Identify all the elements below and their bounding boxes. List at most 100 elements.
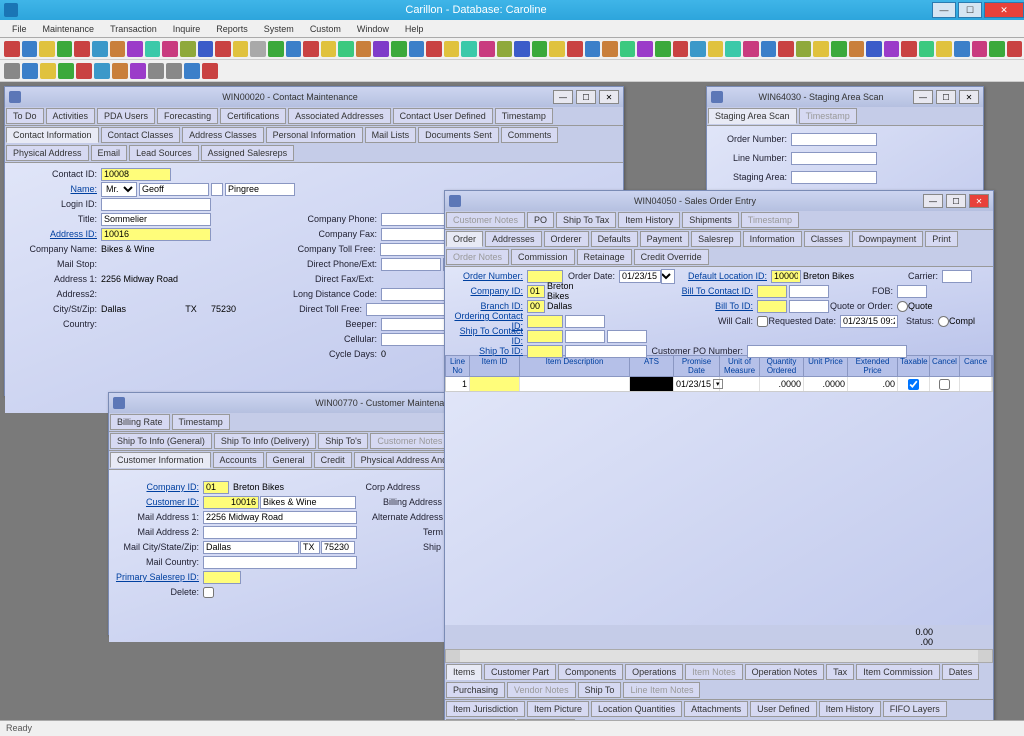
toolbar-button-44[interactable]: [778, 41, 794, 57]
menu-inquire[interactable]: Inquire: [165, 22, 209, 36]
tab-personal-information[interactable]: Personal Information: [266, 127, 363, 143]
toolbar-button-45[interactable]: [796, 41, 812, 57]
window-title-bar[interactable]: WIN00020 - Contact Maintenance — ☐ ✕: [5, 87, 623, 107]
toolbar-button-9[interactable]: [166, 63, 182, 79]
close-button[interactable]: ✕: [959, 90, 979, 104]
toolbar-button-23[interactable]: [409, 41, 425, 57]
taxable-checkbox[interactable]: [908, 379, 919, 390]
toolbar-button-7[interactable]: [127, 41, 143, 57]
tab-lead-sources[interactable]: Lead Sources: [129, 145, 199, 161]
toolbar-button-20[interactable]: [356, 41, 372, 57]
cell-promise-date[interactable]: 01/23/15▾: [674, 377, 720, 391]
tab-tax[interactable]: Tax: [826, 664, 854, 680]
tab-information[interactable]: Information: [743, 231, 802, 247]
ship-to-contact-label[interactable]: Ship To Contact ID:: [447, 326, 527, 346]
maximize-button[interactable]: ☐: [958, 2, 982, 18]
mail2-field[interactable]: [203, 526, 357, 539]
toolbar-button-39[interactable]: [690, 41, 706, 57]
tab-po[interactable]: PO: [527, 212, 554, 228]
menu-window[interactable]: Window: [349, 22, 397, 36]
company-id-label[interactable]: Company ID:: [113, 482, 203, 492]
carrier-field[interactable]: [942, 270, 972, 283]
col-uom[interactable]: Unit of Measure: [720, 356, 760, 376]
will-call-checkbox[interactable]: [757, 316, 768, 327]
toolbar-button-48[interactable]: [849, 41, 865, 57]
bill-to-name-field[interactable]: [789, 300, 829, 313]
tab-ship-to-info-general-[interactable]: Ship To Info (General): [110, 433, 212, 449]
tab-components[interactable]: Components: [558, 664, 623, 680]
tab-order[interactable]: Order: [446, 231, 483, 247]
branch-id-field[interactable]: [527, 300, 545, 313]
name-prefix-select[interactable]: Mr.: [101, 182, 137, 197]
toolbar-button-55[interactable]: [972, 41, 988, 57]
tab-mail-lists[interactable]: Mail Lists: [365, 127, 417, 143]
tab-orderer[interactable]: Orderer: [544, 231, 589, 247]
company-id-label[interactable]: Company ID:: [447, 286, 527, 296]
tab-customer-information[interactable]: Customer Information: [110, 452, 211, 468]
tab-to-do[interactable]: To Do: [6, 108, 44, 124]
tab-certifications[interactable]: Certifications: [220, 108, 286, 124]
toolbar-button-10[interactable]: [180, 41, 196, 57]
toolbar-button-9[interactable]: [162, 41, 178, 57]
cancel-checkbox[interactable]: [939, 379, 950, 390]
default-location-field[interactable]: [771, 270, 801, 283]
minimize-button[interactable]: —: [913, 90, 933, 104]
tab-address-classes[interactable]: Address Classes: [182, 127, 264, 143]
order-date-picker[interactable]: [661, 269, 675, 284]
toolbar-button-11[interactable]: [202, 63, 218, 79]
maximize-button[interactable]: ☐: [946, 194, 966, 208]
customer-name-field[interactable]: [260, 496, 356, 509]
ship-to-id-label[interactable]: Ship To ID:: [447, 346, 527, 356]
tab-timestamp[interactable]: Timestamp: [172, 414, 230, 430]
close-button[interactable]: ✕: [599, 90, 619, 104]
toolbar-button-57[interactable]: [1007, 41, 1023, 57]
toolbar-button-3[interactable]: [58, 63, 74, 79]
tab-ship-to-tax[interactable]: Ship To Tax: [556, 212, 616, 228]
toolbar-button-6[interactable]: [110, 41, 126, 57]
menu-custom[interactable]: Custom: [302, 22, 349, 36]
address-id-label[interactable]: Address ID:: [9, 229, 101, 239]
tab-credit-override[interactable]: Credit Override: [634, 249, 709, 265]
tab-ship-to-s[interactable]: Ship To's: [318, 433, 368, 449]
last-name-field[interactable]: [225, 183, 295, 196]
tab-item-picture[interactable]: Item Picture: [527, 701, 589, 717]
toolbar-button-29[interactable]: [514, 41, 530, 57]
horizontal-scrollbar[interactable]: [445, 649, 993, 663]
tab-defaults[interactable]: Defaults: [591, 231, 638, 247]
toolbar-button-4[interactable]: [74, 41, 90, 57]
toolbar-button-50[interactable]: [884, 41, 900, 57]
name-label[interactable]: Name:: [9, 184, 101, 194]
grid-row[interactable]: 1 01/23/15▾ .0000 .0000 .00: [445, 377, 993, 392]
branch-id-label[interactable]: Branch ID:: [447, 301, 527, 311]
toolbar-button-5[interactable]: [94, 63, 110, 79]
toolbar-button-3[interactable]: [57, 41, 73, 57]
toolbar-button-0[interactable]: [4, 41, 20, 57]
login-id-field[interactable]: [101, 198, 211, 211]
ordering-contact-name-field[interactable]: [565, 315, 605, 328]
tab-attachments[interactable]: Attachments: [684, 701, 748, 717]
maximize-button[interactable]: ☐: [576, 90, 596, 104]
first-name-field[interactable]: [139, 183, 209, 196]
tab-billing-rate[interactable]: Billing Rate: [110, 414, 170, 430]
tab-general[interactable]: General: [266, 452, 312, 468]
toolbar-button-6[interactable]: [112, 63, 128, 79]
toolbar-button-35[interactable]: [620, 41, 636, 57]
tab-associated-addresses[interactable]: Associated Addresses: [288, 108, 391, 124]
menu-maintenance[interactable]: Maintenance: [35, 22, 103, 36]
toolbar-button-43[interactable]: [761, 41, 777, 57]
salesrep-field[interactable]: [203, 571, 241, 584]
tab-purchasing[interactable]: Purchasing: [446, 682, 505, 698]
close-button[interactable]: ✕: [969, 194, 989, 208]
window-title-bar[interactable]: WIN64030 - Staging Area Scan —☐✕: [707, 87, 983, 107]
toolbar-button-51[interactable]: [901, 41, 917, 57]
toolbar-button-31[interactable]: [549, 41, 565, 57]
bill-to-contact-name-field[interactable]: [789, 285, 829, 298]
col-item-id[interactable]: Item ID: [470, 356, 520, 376]
tab-ship-to-info-delivery-[interactable]: Ship To Info (Delivery): [214, 433, 316, 449]
bill-to-contact-label[interactable]: Bill To Contact ID:: [661, 286, 757, 296]
toolbar-button-14[interactable]: [250, 41, 266, 57]
tab-print[interactable]: Print: [925, 231, 958, 247]
ship-to-contact-field[interactable]: [527, 330, 563, 343]
toolbar-button-49[interactable]: [866, 41, 882, 57]
tab-assigned-salesreps[interactable]: Assigned Salesreps: [201, 145, 295, 161]
